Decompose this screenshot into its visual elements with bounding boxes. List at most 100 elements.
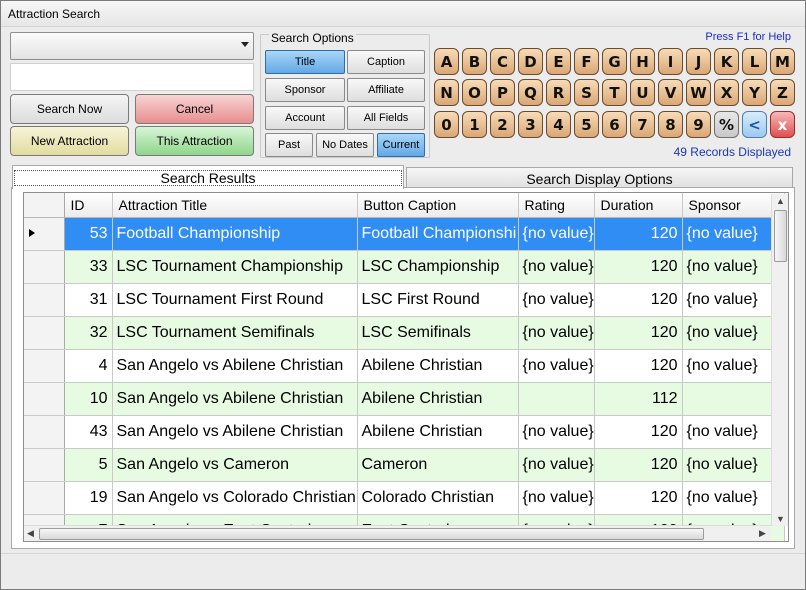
key-c[interactable]: C xyxy=(490,48,515,75)
key-n[interactable]: N xyxy=(434,79,459,106)
key-g[interactable]: G xyxy=(602,48,627,75)
key-0[interactable]: 0 xyxy=(434,111,459,138)
scroll-left-icon[interactable]: ◀ xyxy=(27,528,34,539)
cell-duration[interactable]: 112 xyxy=(594,382,683,416)
column-header-rating[interactable]: Rating xyxy=(518,193,595,218)
table-row[interactable]: 33 LSC Tournament Championship LSC Champio… xyxy=(24,250,785,284)
cell-sponsor[interactable]: {no value} xyxy=(682,349,785,383)
cell-sponsor[interactable] xyxy=(682,382,785,416)
row-header[interactable] xyxy=(24,316,65,350)
tab-search-results[interactable]: Search Results xyxy=(12,165,404,189)
chevron-down-icon[interactable] xyxy=(241,42,249,47)
cell-title[interactable]: Football Championship xyxy=(112,217,358,251)
key-x[interactable]: X xyxy=(714,79,739,106)
option-caption-button[interactable]: Caption xyxy=(347,50,425,74)
cell-caption[interactable]: LSC First Round xyxy=(357,283,519,317)
option-all-fields-button[interactable]: All Fields xyxy=(347,106,425,130)
cell-duration[interactable]: 120 xyxy=(594,415,683,449)
this-attraction-button[interactable]: This Attraction xyxy=(135,126,254,156)
cell-caption[interactable]: LSC Semifinals xyxy=(357,316,519,350)
key-7[interactable]: 7 xyxy=(630,111,655,138)
scroll-up-icon[interactable]: ▲ xyxy=(776,196,785,206)
cell-rating[interactable]: {no value} xyxy=(518,217,595,251)
option-affiliate-button[interactable]: Affiliate xyxy=(347,78,425,102)
table-row[interactable]: 31 LSC Tournament First Round LSC First Ro… xyxy=(24,283,785,317)
key-e[interactable]: E xyxy=(546,48,571,75)
key-percent[interactable]: % xyxy=(714,111,739,138)
column-header-id[interactable]: ID xyxy=(64,193,113,218)
row-header[interactable] xyxy=(24,448,65,482)
cell-rating[interactable]: {no value} xyxy=(518,250,595,284)
cell-id[interactable]: 53 xyxy=(64,217,113,251)
cell-title[interactable]: San Angelo vs Abilene Christian xyxy=(112,415,358,449)
key-v[interactable]: V xyxy=(658,79,683,106)
row-header[interactable] xyxy=(24,283,65,317)
cell-sponsor[interactable]: {no value} xyxy=(682,250,785,284)
cell-rating[interactable]: {no value} xyxy=(518,349,595,383)
cancel-button[interactable]: Cancel xyxy=(135,94,254,124)
cell-title[interactable]: LSC Tournament Semifinals xyxy=(112,316,358,350)
key-t[interactable]: T xyxy=(602,79,627,106)
key-i[interactable]: I xyxy=(658,48,683,75)
cell-title[interactable]: San Angelo vs Abilene Christian xyxy=(112,382,358,416)
row-header[interactable] xyxy=(24,415,65,449)
key-a[interactable]: A xyxy=(434,48,459,75)
cell-id[interactable]: 4 xyxy=(64,349,113,383)
cell-sponsor[interactable]: {no value} xyxy=(682,217,785,251)
key-1[interactable]: 1 xyxy=(462,111,487,138)
cell-caption[interactable]: LSC Championship xyxy=(357,250,519,284)
column-header-sponsor[interactable]: Sponsor xyxy=(682,193,785,218)
option-sponsor-button[interactable]: Sponsor xyxy=(265,78,345,102)
key-q[interactable]: Q xyxy=(518,79,543,106)
search-text-box[interactable] xyxy=(10,63,254,91)
key-y[interactable]: Y xyxy=(742,79,767,106)
cell-title[interactable]: San Angelo vs Colorado Christian xyxy=(112,481,358,515)
cell-title[interactable]: San Angelo vs Cameron xyxy=(112,448,358,482)
key-u[interactable]: U xyxy=(630,79,655,106)
vertical-scrollbar[interactable]: ▲ ▼ xyxy=(771,194,788,526)
cell-duration[interactable]: 120 xyxy=(594,217,683,251)
key-p[interactable]: P xyxy=(490,79,515,106)
key-6[interactable]: 6 xyxy=(602,111,627,138)
row-header[interactable] xyxy=(24,250,65,284)
row-header[interactable] xyxy=(24,481,65,515)
key-b[interactable]: B xyxy=(462,48,487,75)
cell-id[interactable]: 19 xyxy=(64,481,113,515)
scroll-down-icon[interactable]: ▼ xyxy=(776,514,785,524)
cell-duration[interactable]: 120 xyxy=(594,283,683,317)
cell-sponsor[interactable]: {no value} xyxy=(682,448,785,482)
new-attraction-button[interactable]: New Attraction xyxy=(10,126,129,156)
key-s[interactable]: S xyxy=(574,79,599,106)
cell-caption[interactable]: Cameron xyxy=(357,448,519,482)
cell-sponsor[interactable]: {no value} xyxy=(682,415,785,449)
cell-rating[interactable]: {no value} xyxy=(518,283,595,317)
vertical-scroll-thumb[interactable] xyxy=(774,210,787,262)
clear-key[interactable]: x xyxy=(770,111,795,138)
cell-duration[interactable]: 120 xyxy=(594,250,683,284)
cell-id[interactable]: 5 xyxy=(64,448,113,482)
cell-caption[interactable]: Football Championshi xyxy=(357,217,519,251)
key-l[interactable]: L xyxy=(742,48,767,75)
date-current-button[interactable]: Current xyxy=(377,133,425,157)
key-k[interactable]: K xyxy=(714,48,739,75)
date-past-button[interactable]: Past xyxy=(265,133,313,157)
cell-caption[interactable]: Abilene Christian xyxy=(357,349,519,383)
key-r[interactable]: R xyxy=(546,79,571,106)
cell-sponsor[interactable]: {no value} xyxy=(682,283,785,317)
key-f[interactable]: F xyxy=(574,48,599,75)
table-row[interactable]: 5 San Angelo vs Cameron Cameron {no value} 1… xyxy=(24,448,785,482)
cell-title[interactable]: San Angelo vs Abilene Christian xyxy=(112,349,358,383)
option-account-button[interactable]: Account xyxy=(265,106,345,130)
key-d[interactable]: D xyxy=(518,48,543,75)
row-header[interactable] xyxy=(24,349,65,383)
cell-rating[interactable] xyxy=(518,382,595,416)
table-row[interactable]: 53 Football Championship Football Champion… xyxy=(24,217,785,251)
cell-rating[interactable]: {no value} xyxy=(518,316,595,350)
cell-duration[interactable]: 120 xyxy=(594,481,683,515)
key-z[interactable]: Z xyxy=(770,79,795,106)
horizontal-scroll-thumb[interactable] xyxy=(39,528,704,540)
column-header-title[interactable]: Attraction Title xyxy=(112,193,358,218)
search-now-button[interactable]: Search Now xyxy=(10,94,129,124)
key-j[interactable]: J xyxy=(686,48,711,75)
row-header[interactable] xyxy=(24,217,65,251)
